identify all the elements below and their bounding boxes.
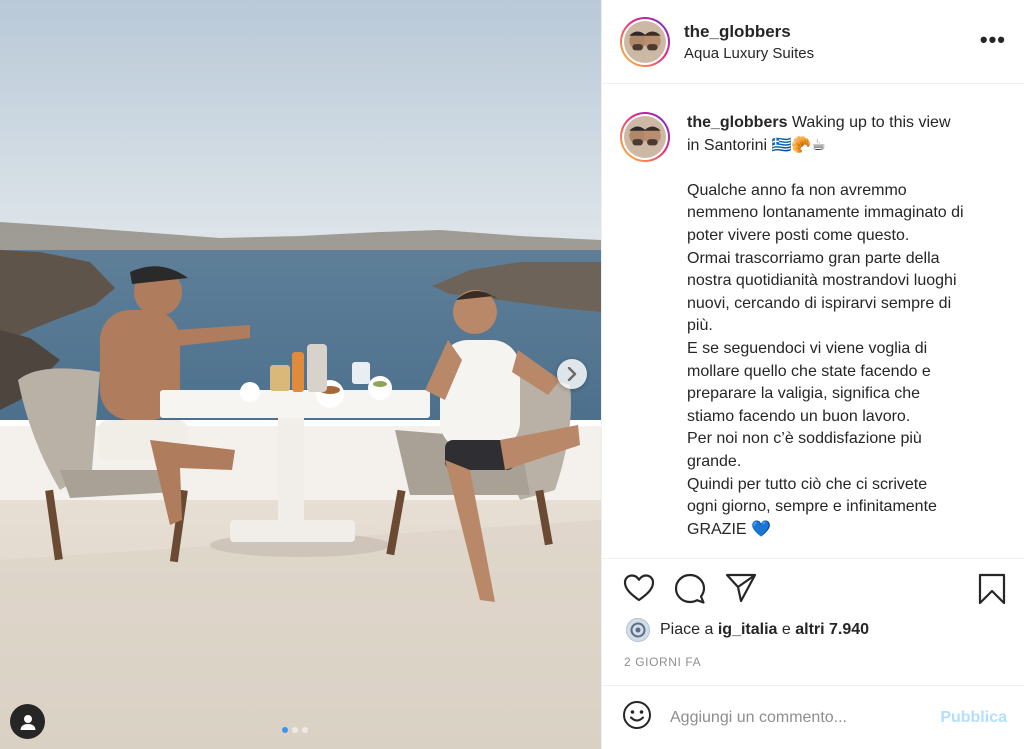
caption-section: the_globbers Waking up to this view in S… (602, 84, 1024, 558)
caption-line: Waking up to this view (787, 114, 951, 131)
comment-button[interactable] (674, 573, 706, 610)
caption-line: grande. (687, 452, 742, 470)
share-button[interactable] (725, 573, 757, 608)
caption-line: Per noi non c’è soddisfazione più (687, 430, 922, 448)
post-header: the_globbers Aqua Luxury Suites ••• (602, 0, 1024, 84)
caption-text: the_globbers Waking up to this view in S… (687, 112, 1009, 558)
smiley-icon (623, 701, 651, 729)
heart-icon (623, 574, 655, 602)
carousel-dot (302, 727, 308, 733)
post-actions-bar (602, 558, 1024, 618)
author-username[interactable]: the_globbers (684, 22, 814, 42)
ig-italia-logo-icon (626, 618, 650, 642)
comment-form: Pubblica (602, 685, 1024, 749)
caption-line: preparare la valigia, significa che (687, 385, 921, 403)
caption-line: ogni giorno, sempre e infinitamente (687, 498, 937, 516)
caption-line: nuovi, cercando di ispirarvi sempre di (687, 294, 952, 312)
post-photo[interactable] (0, 0, 601, 749)
likes-others-count[interactable]: altri 7.940 (795, 621, 869, 639)
caption-line: GRAZIE 💙 (687, 520, 771, 538)
caption-line: poter vivere posti come questo. (687, 226, 910, 244)
carousel-dot (282, 727, 288, 733)
caption-line: E se seguendoci vi viene voglia di (687, 339, 928, 357)
next-slide-button[interactable] (557, 359, 587, 389)
paper-plane-icon (725, 573, 757, 603)
post-location[interactable]: Aqua Luxury Suites (684, 45, 814, 62)
caption-line: in Santorini 🇬🇷🥐☕ (687, 136, 826, 154)
caption-line: nemmeno lontanamente immaginato di (687, 204, 964, 222)
comment-input[interactable] (670, 708, 941, 727)
avatar-image (624, 20, 666, 63)
more-options-button[interactable]: ••• (979, 27, 1006, 52)
carousel-dot (292, 727, 298, 733)
caption-username[interactable]: the_globbers (687, 114, 787, 131)
caption-author-avatar[interactable] (620, 112, 670, 162)
liker-username[interactable]: ig_italia (718, 621, 778, 639)
publish-button[interactable]: Pubblica (940, 709, 1007, 727)
more-options-icon: ••• (979, 27, 1006, 52)
caption-line: nostra quotidianità mostrandovi luoghi (687, 272, 957, 290)
caption-line: Qualche anno fa non avremmo (687, 181, 907, 199)
likes-summary[interactable]: Piace a ig_italia e altri 7.940 (626, 618, 869, 642)
chevron-right-icon (567, 367, 577, 381)
caption-line: più. (687, 317, 713, 335)
caption-line: mollare quello che state facendo e (687, 362, 931, 380)
emoji-picker-button[interactable] (622, 700, 652, 735)
comment-icon (674, 573, 706, 604)
like-button[interactable] (623, 573, 655, 608)
tagged-users-button[interactable] (10, 704, 45, 739)
liker-avatar (626, 618, 650, 642)
post-timestamp[interactable]: 2 GIORNI FA (624, 655, 701, 669)
post-details-panel: the_globbers Aqua Luxury Suites ••• the_… (601, 0, 1024, 749)
santorini-breakfast-scene (0, 0, 601, 749)
author-avatar[interactable] (620, 16, 670, 67)
likes-middle: e (781, 621, 791, 638)
likes-prefix: Piace a (660, 621, 714, 638)
caption-line: stiamo facendo un buon lavoro. (687, 407, 911, 425)
caption-line: Quindi per tutto ciò che ci scrivete (687, 475, 928, 493)
user-icon (20, 714, 35, 730)
carousel-indicator (282, 727, 308, 733)
save-button[interactable] (978, 573, 1006, 610)
avatar-image (624, 116, 666, 158)
bookmark-icon (978, 573, 1006, 605)
caption-line: Ormai trascorriamo gran parte della (687, 249, 940, 267)
